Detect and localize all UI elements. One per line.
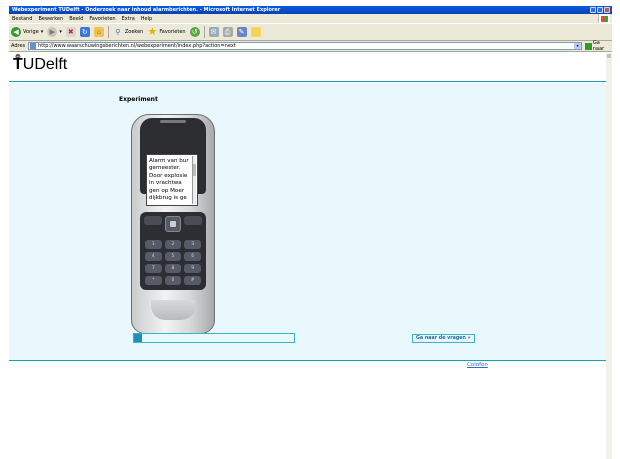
go-button[interactable]: Ga naar: [585, 40, 612, 52]
phone-keypad: 1 2 3 4 5 6 7 8 9 * 0 #: [140, 212, 206, 290]
mail-icon[interactable]: ✉: [208, 27, 219, 37]
progress-fill: [134, 334, 142, 342]
phone-key[interactable]: 3: [184, 240, 201, 249]
maximize-button[interactable]: [597, 7, 603, 13]
home-icon[interactable]: ⌂: [93, 27, 104, 37]
phone-key[interactable]: 5: [164, 252, 182, 261]
go-arrow-icon: [585, 42, 592, 50]
favorites-button[interactable]: ★ Favorieten: [147, 25, 186, 38]
go-label: Ga naar: [592, 40, 605, 52]
page-title: Experiment: [119, 96, 158, 103]
progress-bar: [133, 333, 295, 343]
favorites-label: Favorieten: [159, 29, 186, 35]
page-header: ❁ TUDelft: [9, 53, 612, 82]
search-label: Zoeken: [124, 29, 144, 35]
title-bar: Webexperiment TUDelft - Onderzoek naar i…: [9, 6, 612, 14]
page-icon: [30, 43, 37, 49]
minimize-button[interactable]: [590, 7, 596, 13]
phone-nav-key[interactable]: [165, 216, 181, 232]
search-icon: ⚲: [115, 28, 121, 36]
phone-key[interactable]: 8: [164, 264, 182, 273]
phone-key[interactable]: 1: [145, 240, 162, 249]
search-button[interactable]: ⚲ Zoeken: [113, 27, 144, 37]
page-content: ❁ TUDelft Experiment Alarm van bur gemee…: [9, 53, 612, 459]
browser-window: Webexperiment TUDelft - Onderzoek naar i…: [0, 0, 620, 459]
window-controls: [590, 7, 610, 13]
menu-bewerken[interactable]: Bewerken: [38, 16, 63, 22]
phone-key[interactable]: 7: [145, 264, 162, 273]
phone-key[interactable]: *: [145, 276, 162, 285]
menu-bar: Bestand Bewerken Beeld Favorieten Extra …: [9, 14, 612, 23]
tudelft-logo: ❁ TUDelft: [13, 54, 68, 74]
menu-extra[interactable]: Extra: [122, 16, 135, 22]
address-label: Adres: [11, 43, 26, 49]
colofon-link[interactable]: Colofon: [467, 362, 488, 368]
history-icon[interactable]: ↺: [189, 27, 200, 37]
experiment-panel: Experiment Alarm van bur gemeester. Door…: [9, 83, 606, 360]
forward-icon: ▶: [47, 27, 58, 37]
menu-help[interactable]: Help: [141, 16, 152, 22]
back-icon: ◀: [11, 27, 21, 37]
refresh-icon[interactable]: ↻: [79, 27, 90, 37]
chevron-down-icon[interactable]: ▾: [574, 43, 582, 49]
address-input[interactable]: http://www.waarschuwingsberichten.nl/web…: [28, 42, 583, 50]
folder-icon[interactable]: [250, 27, 261, 37]
logo-text: UDelft: [22, 56, 68, 73]
print-icon[interactable]: ⎙: [222, 27, 233, 37]
toolbar-separator: [203, 26, 205, 38]
phone-chin: [151, 300, 195, 320]
left-soft-key[interactable]: [144, 216, 162, 225]
chevron-down-icon: ▾: [59, 29, 62, 35]
back-label: Vorige: [23, 29, 39, 35]
forward-button[interactable]: ▶ ▾: [47, 27, 62, 37]
phone-message: Alarm van bur gemeester. Door explosie i…: [149, 158, 189, 202]
phone-screen-scrollbar[interactable]: [192, 156, 196, 204]
footer-divider: [9, 360, 606, 361]
windows-logo-icon: [598, 14, 610, 23]
toolbar-separator: [107, 26, 109, 38]
right-soft-key[interactable]: [184, 216, 202, 225]
page-scrollbar[interactable]: [606, 53, 612, 459]
mobile-phone-image: Alarm van bur gemeester. Door explosie i…: [131, 114, 215, 334]
phone-key[interactable]: 6: [184, 252, 201, 261]
scroll-up-icon[interactable]: [607, 54, 611, 58]
phone-screen: Alarm van bur gemeester. Door explosie i…: [146, 154, 198, 206]
menu-beeld[interactable]: Beeld: [69, 16, 83, 22]
phone-key[interactable]: 2: [164, 240, 182, 249]
flame-icon: ❁: [15, 54, 21, 61]
menu-favorieten[interactable]: Favorieten: [89, 16, 115, 22]
toolbar: ◀ Vorige ▾ ▶ ▾ ✖ ↻ ⌂ ⚲ Zoeken ★ Favoriet…: [9, 23, 612, 41]
phone-speaker: [160, 120, 186, 123]
address-bar: Adres http://www.waarschuwingsberichten.…: [9, 40, 612, 52]
back-button[interactable]: ◀ Vorige ▾: [11, 27, 43, 37]
close-button[interactable]: [604, 7, 610, 13]
phone-key[interactable]: 4: [145, 252, 162, 261]
favorites-icon: ★: [147, 25, 158, 38]
window-title: Webexperiment TUDelft - Onderzoek naar i…: [12, 7, 281, 13]
phone-key[interactable]: 0: [164, 276, 182, 285]
chevron-down-icon: ▾: [40, 29, 44, 35]
phone-key[interactable]: 9: [184, 264, 201, 273]
phone-number-keys: 1 2 3 4 5 6 7 8 9 * 0 #: [145, 240, 201, 285]
edit-icon[interactable]: ✎: [236, 27, 247, 37]
stop-icon[interactable]: ✖: [65, 27, 76, 37]
phone-key[interactable]: #: [184, 276, 201, 285]
next-questions-button[interactable]: Ga naar de vragen »: [412, 334, 475, 343]
menu-bestand[interactable]: Bestand: [12, 16, 32, 22]
address-url: http://www.waarschuwingsberichten.nl/web…: [38, 43, 236, 49]
